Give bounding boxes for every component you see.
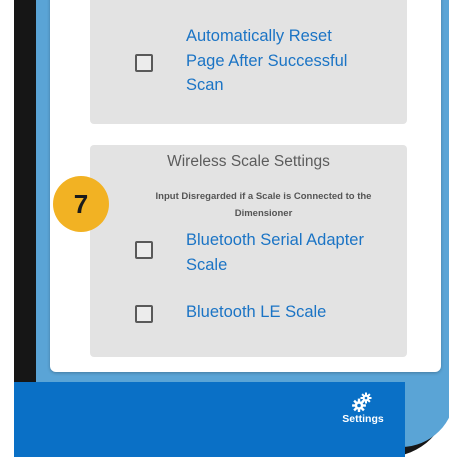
reset-page-checkbox[interactable]	[135, 54, 153, 72]
reset-page-label-line: Page After Successful	[186, 51, 348, 70]
bluetooth-le-scale-label-line: Bluetooth LE Scale	[186, 303, 327, 321]
step-number-badge: 7	[53, 176, 109, 232]
settings-panel: Automatically Reset Page After Successfu…	[50, 0, 441, 372]
settings-nav-button[interactable]: Settings	[337, 392, 389, 436]
bluetooth-serial-scale-checkbox[interactable]	[135, 241, 153, 259]
reset-page-label-line: Scan	[186, 76, 224, 94]
bluetooth-serial-scale-label[interactable]: Bluetooth Serial Adapter Scale	[186, 228, 364, 277]
wireless-scale-card: Wireless Scale Settings Input Disregarde…	[90, 145, 407, 357]
section-note-line: Dimensioner	[234, 208, 293, 219]
section-note-line: Input Disregarded if a Scale is Connecte…	[155, 191, 372, 202]
gears-icon	[352, 392, 372, 412]
bluetooth-le-scale-label[interactable]: Bluetooth LE Scale	[186, 300, 326, 325]
bluetooth-serial-scale-label-line: Bluetooth Serial Adapter	[186, 231, 364, 249]
settings-nav-label: Settings	[342, 413, 384, 425]
section-title: Wireless Scale Settings	[167, 153, 330, 170]
section-note: Input Disregarded if a Scale is Connecte…	[130, 188, 397, 222]
bottom-navigation-bar: Settings	[14, 382, 405, 457]
phone-frame: Automatically Reset Page After Successfu…	[0, 0, 449, 461]
reset-page-label-line: Automatically Reset	[186, 27, 332, 45]
reset-page-label[interactable]: Automatically Reset Page After Successfu…	[186, 24, 347, 98]
bluetooth-serial-scale-label-line: Scale	[186, 255, 228, 274]
bluetooth-le-scale-checkbox[interactable]	[135, 305, 153, 323]
reset-page-card: Automatically Reset Page After Successfu…	[90, 0, 407, 124]
